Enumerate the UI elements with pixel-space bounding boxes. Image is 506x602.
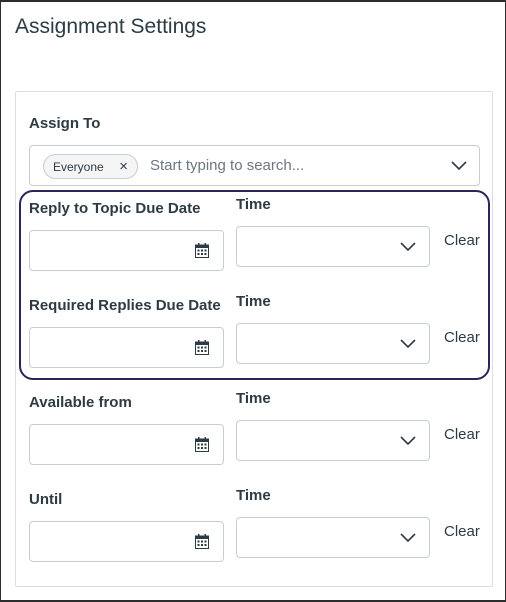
chevron-down-icon xyxy=(400,242,416,252)
time-label: Time xyxy=(236,196,271,213)
clear-button[interactable]: Clear xyxy=(444,523,480,540)
until-time-select[interactable] xyxy=(236,517,430,558)
calendar-icon[interactable] xyxy=(195,437,209,452)
calendar-icon[interactable] xyxy=(195,534,209,549)
clear-button[interactable]: Clear xyxy=(444,426,480,443)
time-label: Time xyxy=(236,487,271,504)
available-from-time-select[interactable] xyxy=(236,420,430,461)
reply-to-topic-due-date-input[interactable] xyxy=(29,230,224,271)
chevron-down-icon xyxy=(400,339,416,349)
until-date-input[interactable] xyxy=(29,521,224,562)
available-from-label: Available from xyxy=(29,394,132,411)
available-from-input[interactable] xyxy=(29,424,224,465)
clear-button[interactable]: Clear xyxy=(444,232,480,249)
required-replies-time-select[interactable] xyxy=(236,323,430,364)
calendar-icon[interactable] xyxy=(195,243,209,258)
time-label: Time xyxy=(236,293,271,310)
clear-button[interactable]: Clear xyxy=(444,329,480,346)
time-label: Time xyxy=(236,390,271,407)
assign-to-input[interactable]: Everyone × Start typing to search... xyxy=(29,145,480,186)
reply-to-topic-time-select[interactable] xyxy=(236,226,430,267)
chevron-down-icon xyxy=(400,436,416,446)
assign-to-label: Assign To xyxy=(29,115,101,132)
search-placeholder: Start typing to search... xyxy=(150,157,305,174)
close-icon[interactable]: × xyxy=(119,158,128,175)
until-label: Until xyxy=(29,491,63,508)
reply-to-topic-due-date-label: Reply to Topic Due Date xyxy=(29,200,201,217)
page-title: Assignment Settings xyxy=(15,15,207,38)
chevron-down-icon[interactable] xyxy=(451,161,467,171)
required-replies-due-date-input[interactable] xyxy=(29,327,224,368)
chevron-down-icon xyxy=(400,533,416,543)
calendar-icon[interactable] xyxy=(195,340,209,355)
assignee-pill-label: Everyone xyxy=(53,159,104,174)
assignee-pill: Everyone × xyxy=(43,154,138,179)
required-replies-due-date-label: Required Replies Due Date xyxy=(29,297,221,314)
